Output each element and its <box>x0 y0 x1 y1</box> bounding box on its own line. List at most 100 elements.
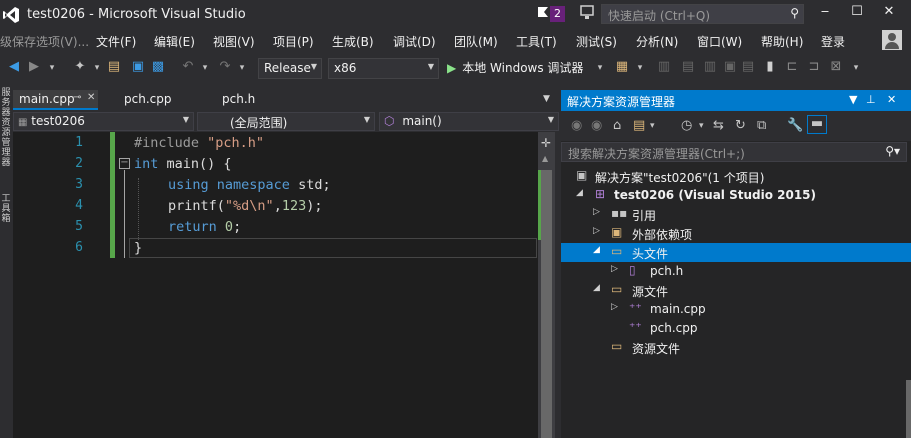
menu-project[interactable]: 项目(P) <box>273 33 314 50</box>
monitor-icon[interactable] <box>579 5 595 21</box>
menu-window[interactable]: 窗口(W) <box>697 33 742 50</box>
editor-scrollbar[interactable]: ✛ ▲ <box>538 132 555 438</box>
tab-pch-h[interactable]: pch.h <box>216 90 261 110</box>
menu-team[interactable]: 团队(M) <box>454 33 498 50</box>
new-dropdown-arrow-icon[interactable]: ▾ <box>89 63 105 73</box>
tab-pch-cpp[interactable]: pch.cpp <box>118 90 177 110</box>
redo-dropdown-arrow-icon[interactable]: ▾ <box>234 63 250 73</box>
collapsed-arrow-icon[interactable]: ▷ <box>611 264 618 274</box>
tree-item-main-cpp[interactable]: ▷ ⁺⁺ main.cpp <box>561 300 911 319</box>
filter-dropdown-arrow-icon[interactable]: ▾ <box>699 121 704 131</box>
browse-dropdown-arrow-icon[interactable]: ▾ <box>632 63 648 73</box>
bookmark-prev-icon[interactable]: ⊏ <box>784 59 800 74</box>
tree-item-resource-files[interactable]: ▭ 资源文件 <box>561 338 911 357</box>
tab-overflow-dropdown-icon[interactable]: ▼ <box>543 94 550 104</box>
views-dropdown-arrow-icon[interactable]: ▾ <box>650 121 655 131</box>
bookmark-clear-icon[interactable]: ⊠ <box>828 59 844 74</box>
project-dropdown[interactable]: ▦ test0206 ▼ <box>13 112 194 131</box>
menu-tools[interactable]: 工具(T) <box>516 33 557 50</box>
menu-truncated-item[interactable]: 级保存选项(V)... <box>0 33 89 50</box>
tree-item-source-files[interactable]: ◢ ▭ 源文件 <box>561 281 911 300</box>
expanded-arrow-icon[interactable]: ◢ <box>576 188 583 198</box>
menu-view[interactable]: 视图(V) <box>213 33 255 50</box>
new-project-icon[interactable]: ✦ <box>72 59 88 74</box>
browse-icon[interactable]: ▦ <box>614 59 630 74</box>
tree-item-header-files[interactable]: ◢ ▭ 头文件 <box>561 243 911 262</box>
properties-wrench-icon[interactable]: 🔧 <box>787 118 803 133</box>
collapsed-arrow-icon[interactable]: ▷ <box>593 207 600 217</box>
tree-item-pch-cpp[interactable]: ⁺⁺ pch.cpp <box>561 319 911 338</box>
scroll-up-icon[interactable]: ▲ <box>542 154 548 163</box>
close-button[interactable]: ✕ <box>874 4 904 24</box>
undo-icon[interactable]: ↶ <box>180 59 196 74</box>
sync-icon[interactable]: ⇆ <box>713 118 724 133</box>
panel-dropdown-icon[interactable]: ▼ <box>849 93 857 106</box>
bookmark-next-icon[interactable]: ⊐ <box>806 59 822 74</box>
menu-edit[interactable]: 编辑(E) <box>154 33 195 50</box>
solution-search-input[interactable]: 搜索解决方案资源管理器(Ctrl+;) ⚲▾ <box>561 142 907 162</box>
pending-changes-filter-icon[interactable]: ◷ <box>681 118 692 133</box>
bookmark-icon[interactable]: ▮ <box>762 59 778 74</box>
filter-folder-icon: ▭ <box>611 339 623 353</box>
toolbar-options-arrow-icon[interactable]: ▾ <box>848 63 864 73</box>
toolbox-tab[interactable]: 工具箱 <box>0 194 12 224</box>
refresh-icon[interactable]: ↻ <box>735 118 746 133</box>
menu-analyze[interactable]: 分析(N) <box>636 33 678 50</box>
open-file-icon[interactable]: ▤ <box>106 59 122 74</box>
collapse-toggle-icon[interactable]: − <box>119 158 130 169</box>
close-icon[interactable]: ✕ <box>887 93 896 106</box>
maximize-button[interactable]: ☐ <box>842 4 872 24</box>
notification-badge[interactable]: 2 <box>550 6 565 22</box>
user-avatar-icon[interactable] <box>882 30 902 50</box>
menu-help[interactable]: 帮助(H) <box>761 33 803 50</box>
switch-views-icon[interactable]: ▤ <box>633 118 645 133</box>
expanded-arrow-icon[interactable]: ◢ <box>593 283 600 293</box>
pin-icon[interactable]: ⊥ <box>866 93 876 106</box>
menu-build[interactable]: 生成(B) <box>332 33 374 50</box>
save-all-icon[interactable]: ▩ <box>150 59 166 74</box>
close-icon[interactable]: ✕ <box>87 92 95 103</box>
menu-debug[interactable]: 调试(D) <box>393 33 436 50</box>
back-icon[interactable]: ◉ <box>571 118 582 133</box>
search-icon[interactable]: ⚲▾ <box>885 144 900 158</box>
collapsed-arrow-icon[interactable]: ▷ <box>593 226 600 236</box>
tree-item-project[interactable]: ◢ ⊞ test0206 (Visual Studio 2015) <box>561 186 911 205</box>
tab-main-cpp[interactable]: main.cpp ⊸ ✕ <box>13 90 98 110</box>
expanded-arrow-icon[interactable]: ◢ <box>593 245 600 255</box>
member-dropdown[interactable]: ⬡ main() ▼ <box>379 112 559 131</box>
pin-icon[interactable]: ⊸ <box>73 92 81 103</box>
scrollbar-thumb[interactable] <box>541 170 552 438</box>
forward-icon[interactable]: ▶ <box>26 59 42 74</box>
tree-item-external-deps[interactable]: ▷ ▣ 外部依赖项 <box>561 224 911 243</box>
tree-item-label: pch.cpp <box>650 321 698 335</box>
forward-icon[interactable]: ◉ <box>591 118 602 133</box>
run-dropdown-arrow-icon[interactable]: ▾ <box>592 63 608 73</box>
tree-item-references[interactable]: ▷ ▪▪ 引用 <box>561 205 911 224</box>
collapse-all-icon[interactable]: ⧉ <box>757 118 766 133</box>
menu-file[interactable]: 文件(F) <box>96 33 136 50</box>
back-dropdown-arrow-icon[interactable]: ▾ <box>44 63 60 73</box>
search-icon[interactable]: ⚲ <box>790 6 799 20</box>
split-window-icon[interactable]: ✛ <box>541 136 551 150</box>
platform-dropdown[interactable]: x86 ▼ <box>328 58 439 79</box>
quick-launch-input[interactable]: 快速启动 (Ctrl+Q) ⚲ <box>601 4 804 24</box>
menu-signin[interactable]: 登录 <box>821 33 845 50</box>
panel-scrollbar[interactable] <box>906 380 911 438</box>
preview-selected-icon[interactable]: ▬ <box>807 115 827 134</box>
server-explorer-tab[interactable]: 服务器资源管理器 <box>0 88 12 168</box>
undo-dropdown-arrow-icon[interactable]: ▾ <box>197 63 213 73</box>
home-icon[interactable]: ⌂ <box>613 118 621 133</box>
feedback-flag-icon[interactable] <box>537 6 549 20</box>
tree-item-solution[interactable]: ▣ 解决方案"test0206"(1 个项目) <box>561 167 911 186</box>
code-editor[interactable]: 1 2 3 4 5 6 − #include "pch.h" int main(… <box>13 132 538 438</box>
back-icon[interactable]: ◀ <box>6 59 22 74</box>
tree-item-pch-h[interactable]: ▷ ▯ pch.h <box>561 262 911 281</box>
collapsed-arrow-icon[interactable]: ▷ <box>611 302 618 312</box>
save-icon[interactable]: ▣ <box>130 59 146 74</box>
configuration-dropdown[interactable]: Release ▼ <box>258 58 322 79</box>
redo-icon[interactable]: ↷ <box>217 59 233 74</box>
start-debugging-button[interactable]: ▶ 本地 Windows 调试器 <box>447 59 583 76</box>
scope-dropdown[interactable]: (全局范围) ▼ <box>197 112 375 131</box>
menu-test[interactable]: 测试(S) <box>576 33 617 50</box>
minimize-button[interactable]: ‒ <box>810 4 840 24</box>
